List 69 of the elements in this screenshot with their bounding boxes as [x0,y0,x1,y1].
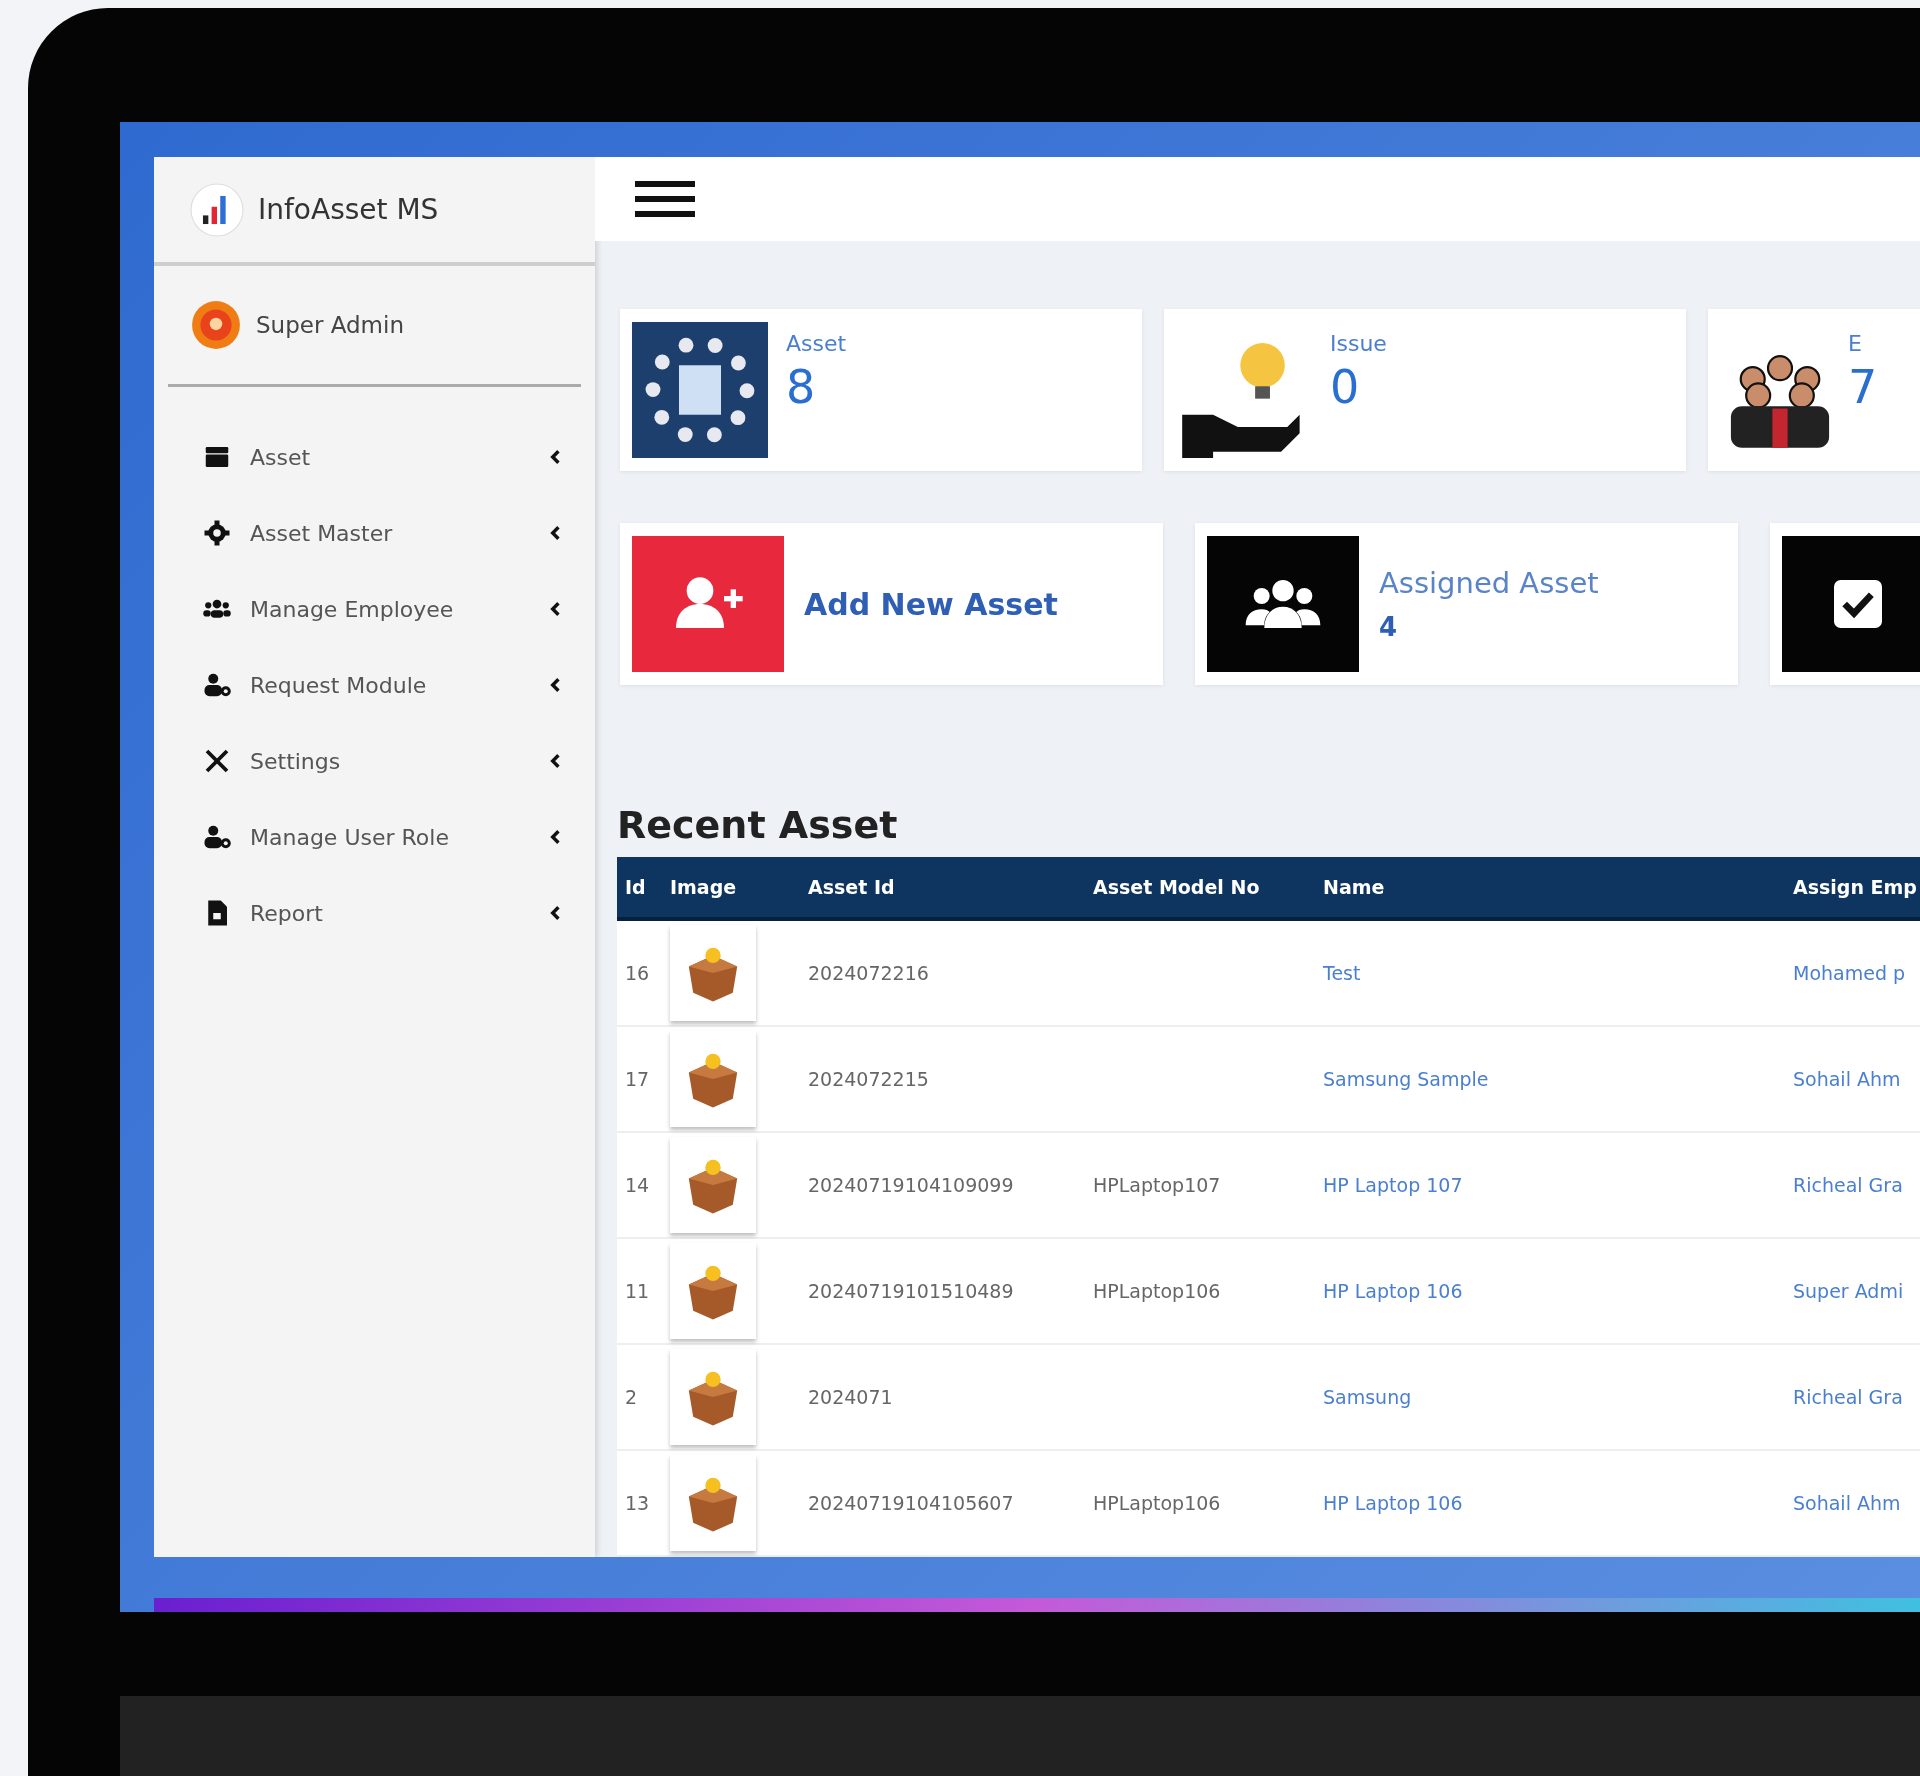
menu-item[interactable]: Asset [154,419,595,495]
column-header: Asset Id [807,876,896,898]
table-cell-text: 2 [624,1386,639,1408]
employee-link[interactable]: Mohamed p [1785,962,1920,984]
checkbox-icon [1782,536,1920,672]
table-cell-text: 2024072215 [807,1068,930,1090]
column-header: Id [624,876,647,898]
gear-icon [202,518,232,548]
table-cell-text: HPLaptop106 [1092,1492,1222,1514]
menu-item[interactable]: Report [154,875,595,951]
menu-item[interactable]: Asset Master [154,495,595,571]
action-label: Add New Asset [804,586,1058,622]
employee-link[interactable]: Super Admi [1785,1280,1920,1302]
table-cell-text: 20240719101510489 [807,1280,1015,1302]
menu-item[interactable]: Manage User Role [154,799,595,875]
column-header: Image [669,876,738,898]
table-cell-text: 16 [624,962,651,984]
action-card[interactable]: Add New Asset [620,523,1163,685]
table-cell-text: 2024072216 [807,962,930,984]
app-title: InfoAsset MS [258,193,439,226]
caret-icon [549,905,561,921]
add-user-icon [632,536,784,672]
employee-link[interactable]: Richeal Gra [1785,1386,1920,1408]
table-cell-text: 17 [624,1068,651,1090]
table-cell-text: 14 [624,1174,651,1196]
action-count: 4 [1379,612,1399,642]
asset-name-link[interactable]: Test [1315,962,1785,984]
stat-value: 7 [1848,360,1878,414]
caret-icon [549,677,561,693]
bar-chart-logo-icon [190,182,244,237]
table-cell-text: HPLaptop106 [1092,1280,1222,1302]
menu-item[interactable]: Settings [154,723,595,799]
caret-icon [549,829,561,845]
table-cell-text: 13 [624,1492,651,1514]
caret-icon [549,525,561,541]
employee-link[interactable]: Richeal Gra [1785,1174,1920,1196]
table-cell-text: 20240719104109099 [807,1174,1015,1196]
user-name: Super Admin [256,312,404,338]
stat-value: 8 [786,360,817,414]
column-header: Asset Model No [1092,876,1261,898]
caret-icon [549,601,561,617]
asset-name-link[interactable]: Samsung [1315,1386,1785,1408]
action-label: Assigned Asset [1379,566,1599,600]
caret-icon [549,449,561,465]
employee-link[interactable]: Sohail Ahm [1785,1068,1920,1090]
stat-label: E [1848,331,1863,356]
asset-name-link[interactable]: HP Laptop 107 [1315,1174,1785,1196]
caret-icon [549,753,561,769]
action-card[interactable]: Assigned Asset 4 [1195,523,1738,685]
asset-name-link[interactable]: HP Laptop 106 [1315,1280,1785,1302]
asset-name-link[interactable]: HP Laptop 106 [1315,1492,1785,1514]
stat-value: 0 [1330,360,1361,414]
asset-network-icon [632,322,768,458]
employee-link[interactable]: Sohail Ahm [1785,1492,1920,1514]
table-cell-text: HPLaptop107 [1092,1174,1222,1196]
table-cell-text: 2024071 [807,1386,894,1408]
asset-name-link[interactable]: Samsung Sample [1315,1068,1785,1090]
users-icon [1207,536,1359,672]
avatar-icon [190,299,242,351]
menu-item[interactable]: Manage Employee [154,571,595,647]
table-cell-text: 20240719104105607 [807,1492,1015,1514]
menu-item[interactable]: Request Module [154,647,595,723]
column-header: Name [1322,876,1386,898]
table-cell-text: 11 [624,1280,651,1302]
section-title: Recent Asset [617,803,899,847]
stat-label: Asset [786,331,847,356]
menu-icon[interactable] [635,179,695,219]
column-header: Assign Emp [1792,876,1918,898]
stat-label: Issue [1330,331,1387,356]
